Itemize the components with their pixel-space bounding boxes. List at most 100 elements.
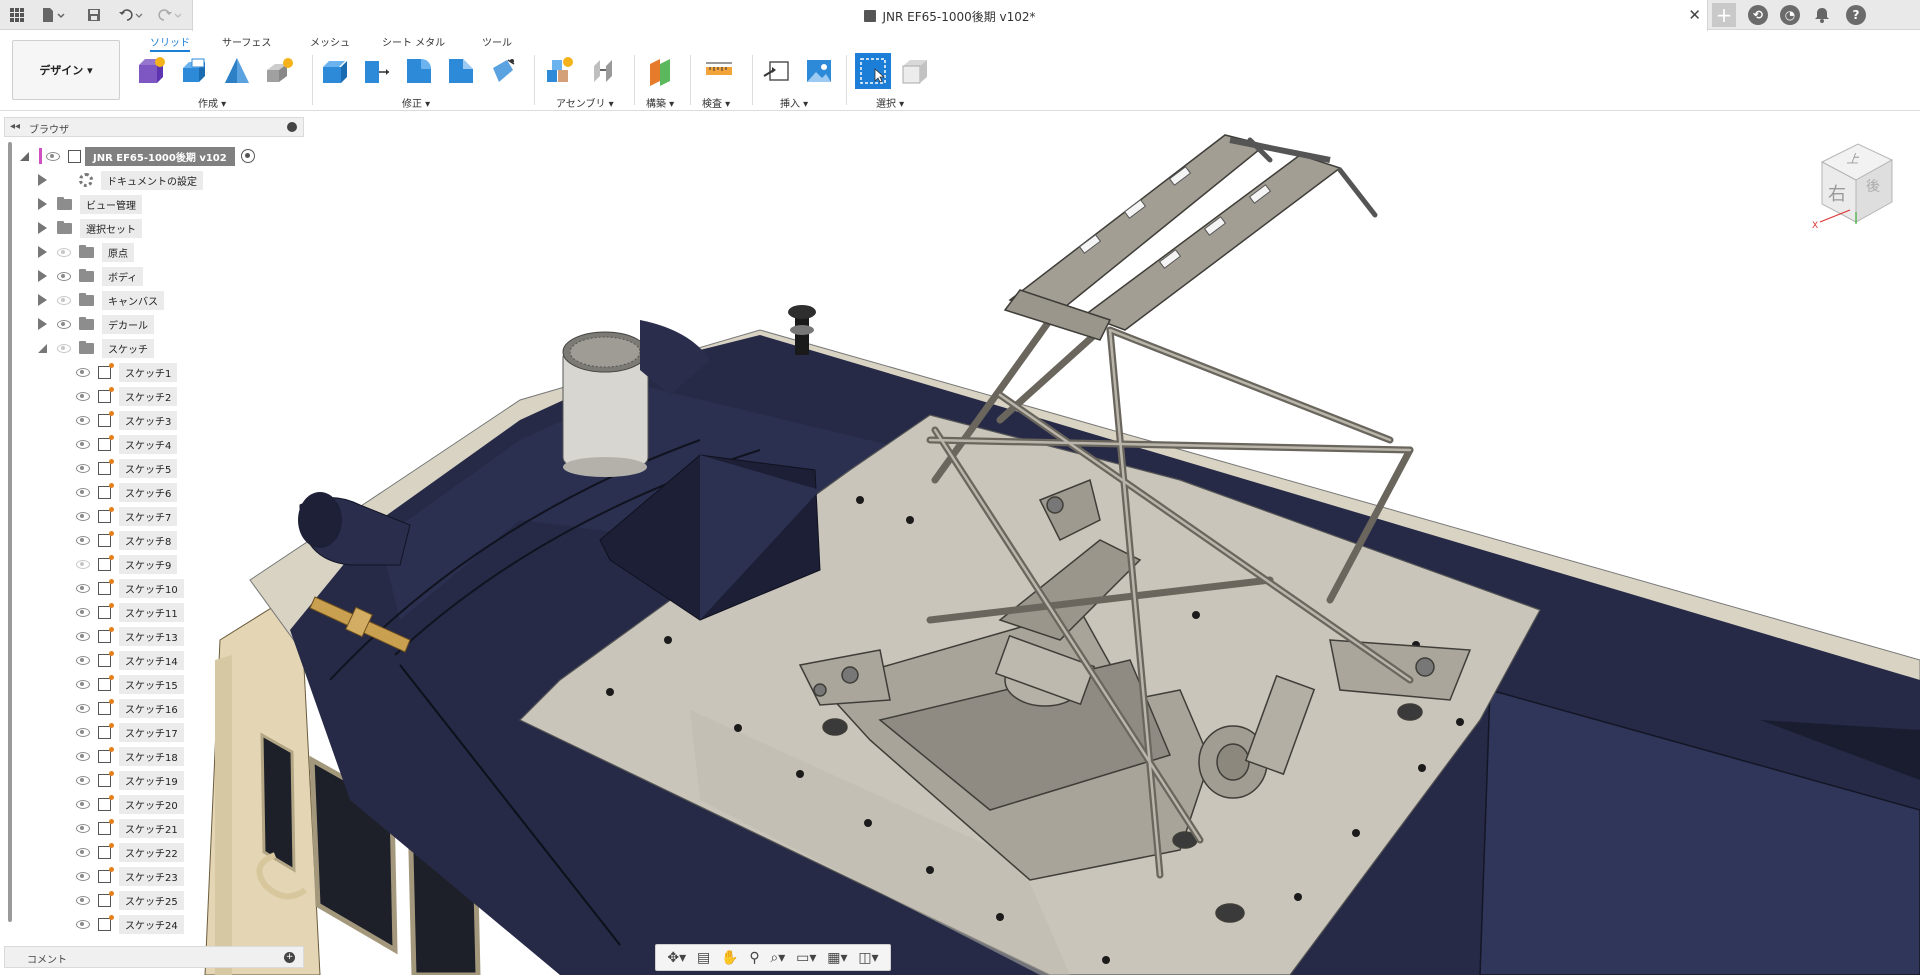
extensions-icon[interactable]: ⟲ (1748, 5, 1768, 25)
eye-icon[interactable] (76, 463, 90, 473)
redo-icon[interactable] (154, 5, 184, 25)
viewcube[interactable]: X 上 右 後 (1810, 132, 1900, 232)
eye-icon[interactable] (57, 343, 71, 353)
expand-triangle-icon[interactable] (38, 270, 47, 282)
workspace-switcher[interactable]: デザイン ▾ (12, 40, 120, 100)
eye-icon[interactable] (57, 271, 71, 281)
eye-icon[interactable] (76, 415, 90, 425)
tree-item-sketch[interactable]: スケッチ16 (76, 698, 184, 718)
group-inspect[interactable]: 検査 ▾ (702, 95, 730, 110)
tab-mesh[interactable]: メッシュ (310, 34, 350, 49)
tree-item-bodies[interactable]: ボディ (38, 266, 144, 286)
eye-icon[interactable] (57, 247, 71, 257)
eye-icon[interactable] (76, 487, 90, 497)
tab-tools[interactable]: ツール (482, 34, 512, 49)
eye-icon[interactable] (76, 535, 90, 545)
group-create[interactable]: 作成 ▾ (198, 95, 226, 110)
eye-icon[interactable] (76, 751, 90, 761)
tree-item-sketch[interactable]: スケッチ24 (76, 914, 184, 934)
tree-item-sketch[interactable]: スケッチ3 (76, 410, 178, 430)
new-tab-icon[interactable]: + (1712, 3, 1736, 27)
zoom-icon[interactable]: ⚲ (749, 950, 759, 966)
insert-derive-icon[interactable] (762, 56, 792, 86)
help-icon[interactable]: ? (1846, 5, 1866, 25)
create-extrude-icon[interactable] (180, 56, 210, 86)
tree-item-canvases[interactable]: キャンバス (38, 290, 164, 310)
tree-item-sketch[interactable]: スケッチ13 (76, 626, 184, 646)
undo-icon[interactable] (116, 5, 146, 25)
tree-item-sketch[interactable]: スケッチ9 (76, 554, 178, 574)
tree-item-origin[interactable]: 原点 (38, 242, 134, 262)
new-assembly-component-icon[interactable] (544, 56, 574, 86)
activate-radio-icon[interactable] (240, 149, 255, 163)
add-comment-icon[interactable]: + (284, 952, 295, 963)
collapse-triangle-icon[interactable] (20, 151, 29, 161)
group-select[interactable]: 選択 ▾ (876, 95, 904, 110)
group-modify[interactable]: 修正 ▾ (402, 95, 430, 110)
tree-item-sketch[interactable]: スケッチ18 (76, 746, 184, 766)
tree-item-document-settings[interactable]: ドキュメントの設定 (38, 170, 203, 190)
pan-icon[interactable]: ✋ (721, 950, 738, 966)
eye-icon[interactable] (76, 559, 90, 569)
orbit-icon[interactable]: ✥▾ (667, 950, 686, 966)
tree-item-sketch[interactable]: スケッチ25 (76, 890, 184, 910)
tree-item-sketch[interactable]: スケッチ22 (76, 842, 184, 862)
group-construct[interactable]: 構築 ▾ (646, 95, 674, 110)
eye-icon[interactable] (76, 775, 90, 785)
eye-icon[interactable] (46, 151, 60, 161)
chamfer-icon[interactable] (404, 56, 434, 86)
display-settings-icon[interactable]: ▭▾ (796, 950, 816, 966)
expand-triangle-icon[interactable] (38, 222, 47, 234)
eye-icon[interactable] (76, 871, 90, 881)
eye-icon[interactable] (76, 919, 90, 929)
eye-icon[interactable] (76, 583, 90, 593)
tree-item-named-views[interactable]: ビュー管理 (38, 194, 142, 214)
fillet-icon[interactable] (362, 56, 392, 86)
eye-icon[interactable] (76, 727, 90, 737)
eye-icon[interactable] (76, 607, 90, 617)
tree-root[interactable]: JNR EF65-1000後期 v102 (20, 146, 255, 166)
eye-icon[interactable] (76, 895, 90, 905)
tree-item-sketch[interactable]: スケッチ1 (76, 362, 178, 382)
tree-item-sketch[interactable]: スケッチ15 (76, 674, 184, 694)
fit-icon[interactable]: ⌕▾ (770, 950, 785, 966)
save-icon[interactable] (84, 5, 104, 25)
browser-options-icon[interactable] (287, 122, 297, 132)
eye-icon[interactable] (57, 319, 71, 329)
measure-icon[interactable] (704, 56, 734, 86)
tree-item-sketch[interactable]: スケッチ21 (76, 818, 184, 838)
tab-surface[interactable]: サーフェス (222, 34, 271, 49)
expand-triangle-icon[interactable] (38, 318, 47, 330)
tree-item-sketch[interactable]: スケッチ19 (76, 770, 184, 790)
eye-icon[interactable] (76, 631, 90, 641)
create-form-icon[interactable] (264, 56, 294, 86)
tree-item-sketch[interactable]: スケッチ23 (76, 866, 184, 886)
tree-item-sketch[interactable]: スケッチ5 (76, 458, 178, 478)
notifications-icon[interactable] (1812, 5, 1832, 25)
insert-canvas-icon[interactable] (804, 56, 834, 86)
expand-triangle-icon[interactable] (38, 246, 47, 258)
tree-item-sketch[interactable]: スケッチ4 (76, 434, 178, 454)
tree-item-sketch[interactable]: スケッチ8 (76, 530, 178, 550)
tree-item-sketches[interactable]: スケッチ (38, 338, 154, 358)
look-at-icon[interactable]: ▤ (697, 950, 710, 966)
close-tab-icon[interactable]: ✕ (1688, 6, 1701, 24)
grid-settings-icon[interactable]: ▦▾ (827, 950, 847, 966)
group-insert[interactable]: 挿入 ▾ (780, 95, 808, 110)
tree-item-sketch[interactable]: スケッチ20 (76, 794, 184, 814)
file-icon[interactable] (38, 5, 68, 25)
eye-icon[interactable] (76, 511, 90, 521)
viewcube-right-label[interactable]: 右 (1828, 180, 1846, 206)
browser-scrollbar[interactable] (8, 142, 12, 922)
select-tool-button[interactable] (855, 53, 891, 89)
expand-triangle-icon[interactable] (38, 294, 47, 306)
select-box-icon[interactable] (900, 56, 930, 86)
press-pull-icon[interactable] (320, 56, 350, 86)
shell-icon[interactable] (446, 56, 476, 86)
eye-icon[interactable] (57, 295, 71, 305)
browser-header[interactable]: ◂◂ ブラウザ (4, 117, 304, 137)
tree-item-selection-sets[interactable]: 選択セット (38, 218, 142, 238)
eye-icon[interactable] (76, 655, 90, 665)
joint-icon[interactable] (590, 56, 620, 86)
offset-plane-icon[interactable] (646, 56, 676, 86)
